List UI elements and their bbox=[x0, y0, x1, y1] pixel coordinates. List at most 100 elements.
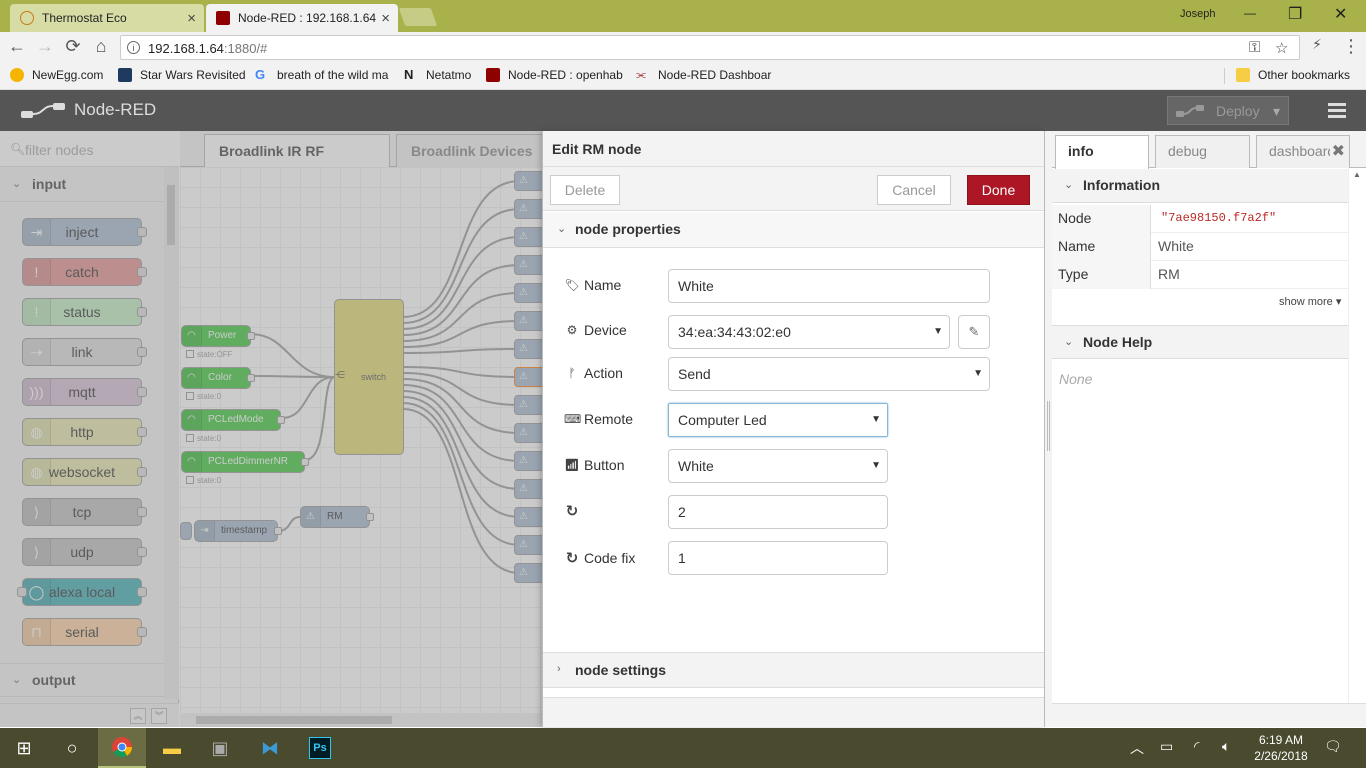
tab-close-icon[interactable]: × bbox=[187, 10, 196, 27]
name-input[interactable]: White bbox=[668, 269, 990, 303]
deploy-button[interactable]: Deploy ▾ bbox=[1167, 96, 1289, 125]
chevron-down-icon: ⌄ bbox=[557, 223, 567, 235]
action-label: ᚠ Action bbox=[564, 365, 623, 381]
clock[interactable]: 6:19 AM 2/26/2018 bbox=[1254, 732, 1308, 764]
minimize-icon[interactable]: — bbox=[1244, 6, 1256, 20]
repeat-input[interactable]: 2 bbox=[668, 495, 888, 529]
close-window-icon[interactable]: ✕ bbox=[1334, 4, 1347, 24]
new-tab-button[interactable] bbox=[398, 8, 438, 26]
node-settings-section[interactable]: › node settings bbox=[543, 652, 1045, 688]
delete-button[interactable]: Delete bbox=[550, 175, 620, 205]
chevron-down-icon: ⌄ bbox=[1064, 336, 1074, 348]
edit-device-button[interactable]: ✎ bbox=[958, 315, 990, 349]
bookmark-label: Node-RED Dashboar bbox=[658, 68, 772, 82]
volume-icon[interactable]: 🔈︎ bbox=[1222, 738, 1230, 755]
browser-tab-nodered[interactable]: Node-RED : 192.168.1.64 × bbox=[206, 4, 398, 32]
browser-toolbar: ← → ⟳ ⌂ i 192.168.1.64:1880/# ⚿ ☆ ⚡ ⋮ bbox=[0, 32, 1366, 62]
tab-title: Thermostat Eco bbox=[42, 11, 127, 25]
bookmark-netatmo[interactable]: N Netatmo bbox=[404, 67, 471, 83]
codefix-label: ↻ Code fix bbox=[564, 549, 636, 567]
tab-close-icon[interactable]: × bbox=[381, 10, 390, 27]
browser-tabstrip: Thermostat Eco × Node-RED : 192.168.1.64… bbox=[0, 0, 1366, 32]
star-icon[interactable]: ☆ bbox=[1275, 39, 1288, 57]
url-text: 192.168.1.64:1880/# bbox=[148, 41, 268, 56]
bookmark-botw[interactable]: G breath of the wild ma bbox=[255, 67, 388, 83]
network-icon[interactable]: ◜ bbox=[1194, 738, 1199, 755]
back-icon[interactable]: ← bbox=[6, 36, 28, 57]
information-section[interactable]: ⌄ Information bbox=[1052, 169, 1348, 203]
done-button[interactable]: Done bbox=[967, 175, 1030, 205]
node-help-section[interactable]: ⌄ Node Help bbox=[1052, 325, 1348, 359]
hamburger-menu-icon[interactable] bbox=[1322, 100, 1352, 122]
app-icon[interactable]: ▣ bbox=[196, 728, 244, 768]
palette-dim-overlay bbox=[0, 131, 180, 727]
netatmo-icon: N bbox=[404, 67, 414, 82]
windows-start-icon[interactable]: ⊞ bbox=[0, 728, 48, 768]
tab-debug[interactable]: debug bbox=[1155, 135, 1250, 168]
reload-icon[interactable]: ⟳ bbox=[62, 36, 84, 57]
nodered-favicon-icon bbox=[216, 11, 230, 25]
tab-dashboard[interactable]: dashboard ✖ bbox=[1256, 135, 1350, 168]
chrome-icon bbox=[112, 737, 133, 758]
tab-info[interactable]: info bbox=[1055, 135, 1149, 169]
bookmark-nodered-openhab[interactable]: Node-RED : openhab bbox=[486, 68, 623, 82]
sidebar-scrollbar[interactable]: ▲ ▼ bbox=[1348, 168, 1366, 713]
codefix-input[interactable]: 1 bbox=[668, 541, 888, 575]
node-properties-section[interactable]: ⌄ node properties bbox=[543, 212, 1045, 248]
scroll-up-icon[interactable]: ▲ bbox=[1353, 170, 1361, 179]
action-value: Send bbox=[678, 366, 711, 382]
profile-name[interactable]: Joseph bbox=[1180, 8, 1215, 20]
forward-icon[interactable]: → bbox=[34, 36, 56, 57]
other-bookmarks[interactable]: Other bookmarks bbox=[1236, 68, 1350, 82]
cancel-button[interactable]: Cancel bbox=[877, 175, 951, 205]
address-bar[interactable]: i 192.168.1.64:1880/# ⚿ ☆ bbox=[120, 35, 1300, 60]
device-select[interactable]: 34:ea:34:43:02:e0 ▼ bbox=[668, 315, 950, 349]
remote-select[interactable]: Computer Led ▼ bbox=[668, 403, 888, 437]
maximize-icon[interactable]: ❐ bbox=[1288, 4, 1302, 24]
star-wars-icon bbox=[118, 68, 132, 82]
battery-icon[interactable]: ▭ bbox=[1160, 738, 1173, 755]
info-value: White bbox=[1158, 238, 1194, 254]
browser-tab-thermostat[interactable]: Thermostat Eco × bbox=[10, 4, 204, 32]
thermostat-icon bbox=[20, 11, 34, 25]
photoshop-icon[interactable]: Ps bbox=[296, 728, 344, 768]
key-icon[interactable]: ⚿ bbox=[1249, 39, 1260, 56]
bookmark-newegg[interactable]: NewEgg.com bbox=[10, 68, 103, 82]
keyboard-icon: ⌨ bbox=[564, 412, 582, 426]
tag-icon: 🏷︎ bbox=[564, 278, 580, 292]
search-circle-icon[interactable]: ○ bbox=[48, 728, 96, 768]
notifications-icon[interactable]: 🗨︎ bbox=[1324, 738, 1342, 755]
site-info-icon[interactable]: i bbox=[127, 41, 140, 54]
chrome-menu-icon[interactable]: ⋮ bbox=[1340, 36, 1362, 57]
caret-down-icon[interactable]: ▾ bbox=[1273, 103, 1280, 120]
action-select[interactable]: Send ▼ bbox=[668, 357, 990, 391]
device-value: 34:ea:34:43:02:e0 bbox=[678, 324, 791, 340]
home-icon[interactable]: ⌂ bbox=[90, 36, 112, 57]
show-more-link[interactable]: show more ▾ bbox=[1279, 295, 1341, 308]
extension-icon[interactable]: ⚡ bbox=[1306, 36, 1328, 53]
repeat-label: ↻ bbox=[564, 502, 584, 520]
newegg-icon bbox=[10, 68, 24, 82]
caret-down-icon: ▼ bbox=[933, 326, 943, 337]
branch-icon: ᚠ bbox=[568, 366, 576, 380]
bookmark-star-wars[interactable]: Star Wars Revisited bbox=[118, 68, 246, 82]
sidebar-resize-handle[interactable] bbox=[1044, 131, 1052, 727]
button-select[interactable]: White ▼ bbox=[668, 449, 888, 483]
info-row-node: Node "7ae98150.f7a2f" bbox=[1052, 205, 1348, 233]
device-label-text: Device bbox=[584, 322, 627, 338]
codefix-label-text: Code fix bbox=[584, 550, 636, 566]
close-icon[interactable]: ✖ bbox=[1329, 136, 1345, 167]
chevron-up-icon[interactable]: ︿ bbox=[1130, 738, 1144, 758]
app-title: Node-RED bbox=[74, 100, 157, 119]
info-key: Node bbox=[1052, 205, 1151, 233]
button-value: White bbox=[678, 458, 714, 474]
vscode-icon[interactable]: ⧓ bbox=[246, 728, 294, 768]
file-explorer-icon[interactable]: ▬ bbox=[148, 728, 196, 768]
chrome-taskbar-icon[interactable] bbox=[98, 728, 146, 768]
wifi-icon: 📶︎ bbox=[564, 458, 580, 472]
remote-label: ⌨ Remote bbox=[564, 411, 633, 427]
bookmark-nodered-dashboard[interactable]: ⫘ Node-RED Dashboar bbox=[636, 68, 771, 82]
button-label: 📶︎ Button bbox=[564, 457, 624, 473]
info-value[interactable]: "7ae98150.f7a2f" bbox=[1158, 205, 1276, 232]
google-icon: G bbox=[255, 67, 266, 82]
